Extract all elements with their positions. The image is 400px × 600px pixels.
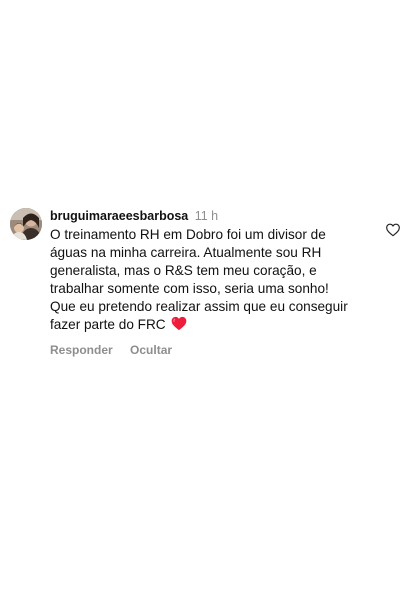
username-link[interactable]: bruguimaraeesbarbosa	[50, 209, 188, 223]
avatar[interactable]	[10, 208, 42, 240]
comment-meta: bruguimaraeesbarbosa 11 h	[50, 208, 355, 224]
comment-item: bruguimaraeesbarbosa 11 h O treinamento …	[10, 208, 400, 357]
red-heart-emoji-icon	[171, 316, 187, 336]
comment-timestamp: 11 h	[194, 209, 219, 223]
heart-outline-icon	[386, 223, 400, 237]
comment-body: bruguimaraeesbarbosa 11 h O treinamento …	[50, 208, 355, 358]
like-button[interactable]	[385, 222, 400, 240]
reply-button[interactable]: Responder	[50, 343, 113, 357]
comment-actions: Responder Ocultar	[50, 342, 355, 358]
avatar-image	[10, 208, 42, 240]
hide-button[interactable]: Ocultar	[130, 343, 172, 357]
comment-text-block: O treinamento RH em Dobro foi um divisor…	[50, 226, 355, 336]
comment-text: O treinamento RH em Dobro foi um divisor…	[50, 227, 348, 332]
